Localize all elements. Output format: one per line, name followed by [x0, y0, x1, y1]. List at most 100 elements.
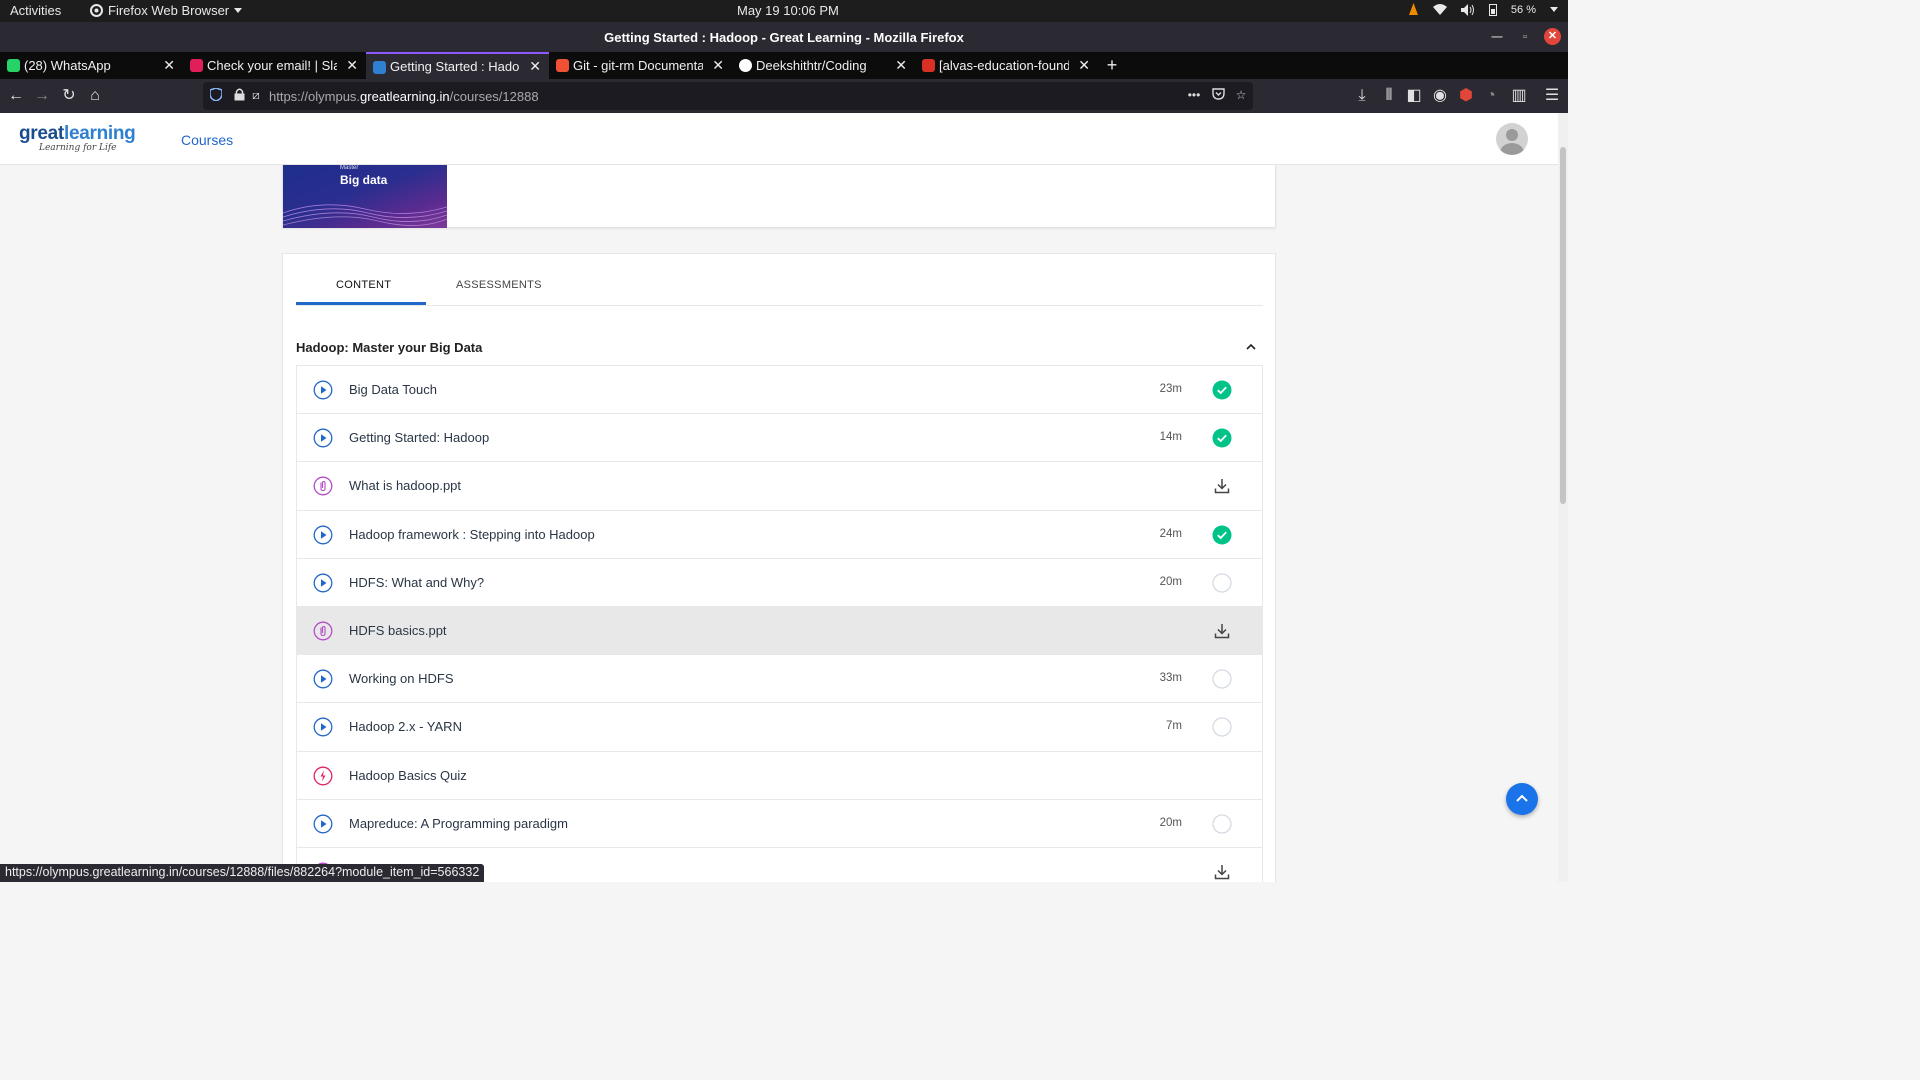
lock-icon[interactable]: [232, 88, 246, 102]
new-tab-button[interactable]: +: [1098, 52, 1126, 79]
extension-barcode-icon[interactable]: ▥: [1510, 87, 1528, 105]
url-text[interactable]: https://olympus.greatlearning.in/courses…: [269, 89, 539, 104]
forward-arrow-icon[interactable]: →: [33, 87, 51, 105]
system-tray[interactable]: 56 %: [1408, 3, 1558, 16]
hamburger-menu-icon[interactable]: ☰: [1543, 87, 1561, 105]
list-item[interactable]: HDFS basics.ppt: [296, 606, 1263, 656]
ublock-icon[interactable]: ⬢: [1457, 87, 1475, 105]
minimize-button[interactable]: —: [1489, 29, 1505, 45]
reload-icon[interactable]: ↻: [60, 87, 78, 105]
battery-level: 56 %: [1510, 3, 1536, 16]
list-item[interactable]: HDFS: What and Why? 20m: [296, 558, 1263, 607]
active-tab-indicator: [296, 302, 426, 305]
module-item-list: Big Data Touch 23m Getting Started: Hadoop…: [296, 365, 1263, 882]
item-title[interactable]: Hadoop 2.x - YARN: [349, 719, 462, 734]
extension-icon[interactable]: ◔: [1482, 87, 1500, 105]
item-duration: 20m: [1159, 575, 1182, 588]
avatar-head-shape: [1506, 129, 1518, 141]
module-title[interactable]: Hadoop: Master your Big Data: [296, 340, 482, 355]
item-duration: 7m: [1166, 720, 1182, 733]
greatlearning-logo[interactable]: greatlearning Learning for Life: [19, 123, 136, 153]
course-content-card: CONTENT ASSESSMENTS Hadoop: Master your …: [282, 253, 1276, 882]
permissions-icon[interactable]: ⧄: [249, 88, 263, 102]
close-icon[interactable]: ✕: [163, 52, 175, 79]
close-icon[interactable]: ✕: [712, 52, 724, 79]
thumbnail-wave-graphic: [283, 204, 447, 226]
close-icon[interactable]: ✕: [1078, 52, 1090, 79]
tab-assessments[interactable]: ASSESSMENTS: [456, 279, 542, 291]
chevron-up-icon[interactable]: [1246, 342, 1256, 352]
item-title[interactable]: HDFS basics.ppt: [349, 623, 447, 638]
back-arrow-icon[interactable]: ←: [7, 87, 25, 105]
item-title[interactable]: Mapreduce: A Programming paradigm: [349, 816, 568, 831]
logo-text-learning: learning: [63, 123, 136, 144]
whatsapp-icon: [7, 59, 20, 72]
item-title[interactable]: What is hadoop.ppt: [349, 478, 461, 493]
item-title[interactable]: Big Data Touch: [349, 382, 437, 397]
list-item[interactable]: Mapreduce: A Programming paradigm 20m: [296, 799, 1263, 848]
pocket-icon[interactable]: [1211, 88, 1225, 102]
download-icon[interactable]: [1212, 476, 1232, 496]
list-item[interactable]: Working on HDFS 33m: [296, 655, 1263, 704]
home-icon[interactable]: ⌂: [86, 87, 104, 105]
item-title[interactable]: Hadoop Basics Quiz: [349, 768, 467, 783]
battery-icon: [1488, 4, 1497, 16]
list-item[interactable]: Big Data Touch 23m: [296, 366, 1263, 415]
avatar[interactable]: [1496, 123, 1528, 155]
browser-tab[interactable]: Check your email! | Slack ✕: [183, 52, 366, 79]
tab-content[interactable]: CONTENT: [336, 279, 391, 291]
item-duration: 20m: [1159, 816, 1182, 829]
download-icon[interactable]: [1212, 621, 1232, 641]
browser-tab[interactable]: [alvas-education-founda ✕: [915, 52, 1098, 79]
download-icon[interactable]: [1212, 862, 1232, 882]
empty-circle-icon: [1212, 717, 1232, 737]
page-scrollbar[interactable]: [1558, 113, 1568, 882]
item-title[interactable]: Hadoop framework : Stepping into Hadoop: [349, 527, 595, 542]
bookmark-star-icon[interactable]: ☆: [1234, 88, 1248, 102]
browser-tab[interactable]: Git - git-rm Documentatio ✕: [549, 52, 732, 79]
shield-icon[interactable]: [209, 87, 223, 102]
item-duration: 33m: [1159, 672, 1182, 685]
thumbnail-title: Big data: [340, 173, 388, 187]
url-scheme-host: https://olympus.: [269, 89, 361, 104]
play-circle-icon: [313, 525, 333, 545]
window-close-button[interactable]: ✕: [1544, 28, 1561, 45]
empty-circle-icon: [1212, 669, 1232, 689]
list-item[interactable]: Hadoop framework : Stepping into Hadoop 2…: [296, 510, 1263, 559]
vlc-icon: [1408, 3, 1418, 15]
browser-tab[interactable]: Getting Started : Hado ✕: [366, 52, 549, 79]
item-title[interactable]: Getting Started: Hadoop: [349, 430, 489, 445]
browser-tab-strip: (28) WhatsApp ✕ Check your email! | Slack ✕…: [0, 52, 1568, 79]
list-item[interactable]: Getting Started: Hadoop 14m: [296, 414, 1263, 463]
nav-courses-link[interactable]: Courses: [181, 132, 233, 148]
list-item[interactable]: Hadoop Basics Quiz: [296, 751, 1263, 800]
check-circle-icon: [1212, 428, 1232, 448]
window-title: Getting Started : Hadoop - Great Learnin…: [604, 30, 964, 45]
avatar-body-shape: [1500, 143, 1524, 155]
url-bar[interactable]: ⧄ https://olympus.greatlearning.in/cours…: [203, 82, 1253, 110]
window-titlebar: Getting Started : Hadoop - Great Learnin…: [0, 22, 1568, 52]
system-top-bar: Activities Firefox Web Browser May 19 10…: [0, 0, 1568, 22]
account-icon[interactable]: ◉: [1431, 87, 1449, 105]
clock[interactable]: May 19 10:06 PM: [737, 3, 839, 18]
gmail-icon: [922, 59, 935, 72]
maximize-button[interactable]: ▫: [1517, 29, 1533, 45]
link-hover-status: https://olympus.greatlearning.in/courses…: [0, 864, 485, 882]
downloads-icon[interactable]: ⤓: [1353, 87, 1371, 105]
item-title[interactable]: HDFS: What and Why?: [349, 575, 484, 590]
close-icon[interactable]: ✕: [895, 52, 907, 79]
close-icon[interactable]: ✕: [529, 54, 541, 79]
browser-tab[interactable]: Deekshithtr/Coding ✕: [732, 52, 915, 79]
sidebar-icon[interactable]: ◧: [1405, 87, 1423, 105]
app-menu[interactable]: Firefox Web Browser: [90, 3, 243, 18]
library-icon[interactable]: ⫴: [1380, 87, 1398, 105]
browser-tab[interactable]: (28) WhatsApp ✕: [0, 52, 183, 79]
more-actions-icon[interactable]: •••: [1187, 88, 1201, 102]
list-item[interactable]: Hadoop 2.x - YARN 7m: [296, 703, 1263, 752]
item-title[interactable]: Working on HDFS: [349, 671, 454, 686]
list-item[interactable]: What is hadoop.ppt: [296, 462, 1263, 511]
scroll-to-top-button[interactable]: [1506, 783, 1538, 815]
close-icon[interactable]: ✕: [346, 52, 358, 79]
scrollbar-thumb[interactable]: [1560, 147, 1566, 504]
activities-button[interactable]: Activities: [10, 3, 61, 18]
